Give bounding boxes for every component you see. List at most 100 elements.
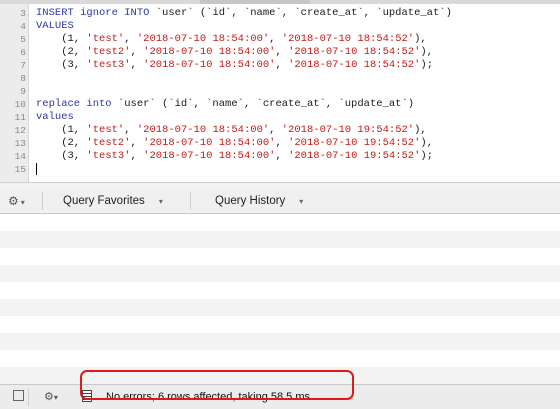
code-line: 7 (3, 'test3', '2018-07-10 18:54:00', '2… bbox=[0, 59, 560, 72]
line-number: 12 bbox=[14, 125, 26, 136]
status-actions-menu[interactable]: ⚙▾ bbox=[44, 388, 66, 406]
sql-string: 'test2' bbox=[86, 46, 131, 58]
table-row bbox=[0, 282, 560, 299]
sql-keyword: replace into bbox=[36, 98, 118, 110]
sql-string: 'test' bbox=[86, 33, 125, 45]
table-row bbox=[0, 248, 560, 265]
results-table[interactable] bbox=[0, 214, 560, 384]
line-number: 11 bbox=[14, 112, 26, 123]
table-row bbox=[0, 316, 560, 333]
sql-token: ), bbox=[414, 124, 427, 136]
code-line: 14 (3, 'test3', '2018-07-10 18:54:00', '… bbox=[0, 150, 560, 163]
query-history-dropdown[interactable]: Query History ▾ bbox=[215, 193, 303, 209]
code-line: 9 bbox=[0, 85, 560, 98]
line-number: 3 bbox=[20, 8, 26, 19]
sql-token: , bbox=[269, 33, 282, 45]
sql-token: ), bbox=[420, 46, 434, 58]
sql-string: '2018-07-10 18:54:00' bbox=[143, 137, 276, 149]
table-row bbox=[0, 231, 560, 248]
sql-string: 'test3' bbox=[86, 59, 131, 71]
highlight-annotation bbox=[80, 370, 354, 400]
toggle-panel-button[interactable] bbox=[8, 388, 29, 406]
sql-token: , bbox=[124, 33, 137, 45]
sql-string: '2018-07-10 18:54:00' bbox=[136, 124, 270, 136]
table-row bbox=[0, 350, 560, 367]
sql-string: '2018-07-10 18:54:52' bbox=[288, 59, 421, 71]
sql-token: (2, bbox=[36, 137, 87, 149]
toolbar-divider bbox=[42, 192, 43, 210]
sql-token: ); bbox=[420, 59, 434, 71]
sql-string: '2018-07-10 19:54:52' bbox=[288, 137, 421, 149]
line-number: 5 bbox=[20, 34, 26, 45]
line-number: 6 bbox=[20, 47, 26, 58]
sql-string: '2018-07-10 18:54:00' bbox=[136, 33, 270, 45]
chevron-down-icon: ▾ bbox=[20, 198, 25, 207]
code-line: 8 bbox=[0, 72, 560, 85]
sql-token: (1, bbox=[36, 33, 87, 45]
code-text: replace into `user` (`id`, `name`, `crea… bbox=[36, 98, 414, 111]
query-history-label: Query History bbox=[215, 195, 286, 207]
code-text: (2, 'test2', '2018-07-10 18:54:00', '201… bbox=[36, 46, 433, 59]
code-line: 13 (2, 'test2', '2018-07-10 18:54:00', '… bbox=[0, 137, 560, 150]
gear-icon: ⚙ bbox=[8, 194, 19, 208]
sql-token: , bbox=[130, 150, 144, 162]
chevron-down-icon: ▾ bbox=[158, 197, 163, 206]
sql-token: , bbox=[275, 59, 289, 71]
query-actions-menu[interactable]: ⚙ ▾ bbox=[8, 193, 36, 209]
sql-string: '2018-07-10 18:54:00' bbox=[143, 150, 276, 162]
sql-string: 'test2' bbox=[86, 137, 131, 149]
code-line: 15 bbox=[0, 163, 560, 176]
code-line: 6 (2, 'test2', '2018-07-10 18:54:00', '2… bbox=[0, 46, 560, 59]
panel-toggle-icon bbox=[12, 390, 24, 401]
sql-token: , bbox=[130, 137, 144, 149]
sql-keyword: values bbox=[36, 111, 74, 123]
sql-keyword: VALUES bbox=[36, 20, 74, 32]
query-favorites-dropdown[interactable]: Query Favorites ▾ bbox=[63, 193, 163, 209]
code-line: 12 (1, 'test', '2018-07-10 18:54:00', '2… bbox=[0, 124, 560, 137]
sql-token: , bbox=[124, 124, 137, 136]
line-number: 10 bbox=[14, 99, 26, 110]
sql-token: , bbox=[275, 137, 289, 149]
sql-token: , bbox=[275, 46, 289, 58]
sql-string: 'test3' bbox=[86, 150, 131, 162]
sql-string: '2018-07-10 18:54:52' bbox=[281, 33, 415, 45]
query-toolbar: ⚙ ▾ Query Favorites ▾ Query History ▾ bbox=[0, 189, 560, 214]
line-number: 4 bbox=[20, 21, 26, 32]
sql-string: 'test' bbox=[86, 124, 125, 136]
query-editor[interactable]: 3 INSERT ignore INTO `user` (`id`, `name`… bbox=[0, 4, 560, 189]
code-line: 10 replace into `user` (`id`, `name`, `cr… bbox=[0, 98, 560, 111]
line-number: 13 bbox=[14, 138, 26, 149]
table-row bbox=[0, 265, 560, 282]
sql-token: , bbox=[269, 124, 282, 136]
line-number: 14 bbox=[14, 151, 26, 162]
sql-token: , bbox=[130, 59, 144, 71]
sql-token: (2, bbox=[36, 46, 87, 58]
sql-token: `user` (`id`, `name`, `create_at`, `upda… bbox=[155, 7, 452, 19]
sql-string: '2018-07-10 18:54:52' bbox=[288, 46, 421, 58]
line-number: 15 bbox=[14, 164, 26, 175]
code-line: 3 INSERT ignore INTO `user` (`id`, `name`… bbox=[0, 7, 560, 20]
sql-string: '2018-07-10 19:54:52' bbox=[281, 124, 415, 136]
code-line: 5 (1, 'test', '2018-07-10 18:54:00', '20… bbox=[0, 33, 560, 46]
line-number: 8 bbox=[20, 73, 26, 84]
code-line: 11 values bbox=[0, 111, 560, 124]
text-cursor bbox=[36, 163, 37, 175]
code-text: values bbox=[36, 111, 74, 124]
code-text: INSERT ignore INTO `user` (`id`, `name`,… bbox=[36, 7, 452, 20]
sql-token: `user` (`id`, `name`, `create_at`, `upda… bbox=[117, 98, 415, 110]
sql-keyword: INSERT ignore INTO bbox=[36, 7, 156, 19]
line-number: 7 bbox=[20, 60, 26, 71]
sql-token: , bbox=[130, 46, 144, 58]
sql-string: '2018-07-10 18:54:00' bbox=[143, 46, 276, 58]
code-line: 4 VALUES bbox=[0, 20, 560, 33]
gear-icon: ⚙ bbox=[44, 391, 54, 403]
code-text: (1, 'test', '2018-07-10 18:54:00', '2018… bbox=[36, 33, 427, 46]
code-text: VALUES bbox=[36, 20, 74, 33]
code-text: (1, 'test', '2018-07-10 18:54:00', '2018… bbox=[36, 124, 427, 137]
sql-token: ); bbox=[420, 150, 434, 162]
table-row bbox=[0, 214, 560, 231]
query-favorites-label: Query Favorites bbox=[63, 195, 145, 207]
table-row bbox=[0, 299, 560, 316]
line-number: 9 bbox=[20, 86, 26, 97]
sql-token: (3, bbox=[36, 59, 87, 71]
